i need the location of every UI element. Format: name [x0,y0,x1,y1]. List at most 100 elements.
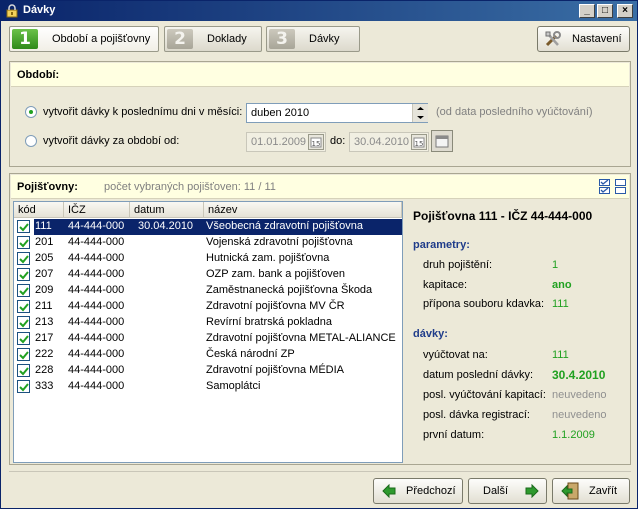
month-spinner[interactable] [412,104,428,122]
maximize-button[interactable]: □ [597,4,613,18]
table-row[interactable]: 111 44-444-000 30.04.2010 Všeobecná zdravot… [14,219,402,235]
calendar-range-icon [435,135,449,148]
table-row[interactable]: 213 44-444-000 Revírní bratrská pokladna [14,315,402,331]
settings-button[interactable]: Nastavení [537,26,630,52]
cell-name: Vojenská zdravotní pojišťovna [206,236,353,248]
step-1-label: Období a pojišťovny [52,33,151,45]
minimize-button[interactable]: _ [579,4,595,18]
radio-last-day-month[interactable] [25,106,37,118]
insurers-title: Pojišťovny: [17,181,78,193]
checkmark-icon [19,319,29,328]
maximize-icon: □ [601,5,609,16]
previous-button[interactable]: Předchozí [373,478,463,504]
cell-code: 209 [35,284,54,296]
col-header-code[interactable]: kód [14,202,64,218]
batch-value: neuvedeno [552,409,607,421]
check-all-icon [599,179,610,194]
batch-value: 111 [552,349,569,361]
step-documents[interactable]: 2 Doklady [164,26,262,52]
check-all-button[interactable] [599,179,611,198]
col-header-name[interactable]: název [204,202,402,218]
cell-code: 211 [35,300,53,312]
month-hint: (od data posledního vyúčtování) [436,106,593,118]
checkmark-icon [19,255,29,264]
row-checkbox[interactable] [17,316,30,329]
cell-code: 111 [35,220,52,232]
insurers-list[interactable]: kód IČZ datum název 111 44-444-000 30.04.2… [13,201,403,463]
detail-title: Pojišťovna 111 - IČZ 44-444-000 [413,209,593,223]
calendar-to-button[interactable]: 15 [411,134,427,153]
cell-code: 207 [35,268,54,280]
cell-name: Zdravotní pojišťovna MV ČR [206,300,345,312]
table-row[interactable]: 205 44-444-000 Hutnická zam. pojišťovna [14,251,402,267]
next-button[interactable]: Další [468,478,547,504]
close-wizard-label: Zavřít [589,485,618,497]
cell-icz: 44-444-000 [68,316,125,328]
radio-date-range-label[interactable]: vytvořit dávky za období od: [43,135,179,147]
cell-code: 213 [35,316,54,328]
cell-name: Všeobecná zdravotní pojišťovna [206,220,364,232]
row-checkbox[interactable] [17,332,30,345]
cell-code: 217 [35,332,54,344]
cell-icz: 44-444-000 [68,252,125,264]
app-lock-icon [5,4,19,18]
cell-icz: 44-444-000 [68,220,125,232]
calendar-from-button[interactable]: 15 [308,134,324,153]
row-checkbox[interactable] [17,364,30,377]
date-to-value: 30.04.2010 [354,136,410,148]
row-checkbox[interactable] [17,252,30,265]
col-header-date[interactable]: datum [130,202,204,218]
checkmark-icon [19,335,29,344]
param-label: druh pojištění: [423,259,493,271]
arrow-left-icon [382,483,396,501]
row-checkbox[interactable] [17,236,30,249]
row-checkbox[interactable] [17,348,30,361]
radio-date-range[interactable] [25,135,37,147]
cell-icz: 44-444-000 [68,364,125,376]
step-2-label: Doklady [207,33,247,45]
uncheck-all-button[interactable] [615,179,627,198]
row-checkbox[interactable] [17,268,30,281]
cell-icz: 44-444-000 [68,236,125,248]
close-button[interactable]: × [617,4,633,18]
close-wizard-button[interactable]: Zavřít [552,478,630,504]
cell-name: Zdravotní pojišťovna METAL-ALIANCE [206,332,396,344]
table-row[interactable]: 228 44-444-000 Zdravotní pojišťovna MÉDIA [14,363,402,379]
table-row[interactable]: 333 44-444-000 Samoplátci [14,379,402,395]
row-checkbox[interactable] [17,284,30,297]
batch-label: první datum: [423,429,485,441]
step-batches[interactable]: 3 Dávky [266,26,360,52]
dialog-window: Dávky _ □ × 1 Období a pojišťovny 2 Dokl… [0,0,638,509]
table-row[interactable]: 209 44-444-000 Zaměstnanecká pojišťovna Šk… [14,283,402,299]
table-row[interactable]: 207 44-444-000 OZP zam. bank a pojišťoven [14,267,402,283]
arrow-right-icon [525,483,539,501]
table-row[interactable]: 211 44-444-000 Zdravotní pojišťovna MV ČR [14,299,402,315]
step-1-number: 1 [12,29,38,49]
batch-label: datum poslední dávky: [423,369,534,381]
row-checkbox[interactable] [17,380,30,393]
checkmark-icon [19,271,29,280]
batches-section-title: dávky: [413,328,448,340]
batch-value: 1.1.2009 [552,429,595,441]
svg-text:15: 15 [415,140,424,148]
title-bar[interactable]: Dávky _ □ × [1,1,637,21]
table-row[interactable]: 217 44-444-000 Zdravotní pojišťovna METAL-… [14,331,402,347]
row-checkbox[interactable] [17,220,30,233]
month-input[interactable]: duben 2010 [246,103,428,123]
table-row[interactable]: 222 44-444-000 Česká národní ZP [14,347,402,363]
period-panel: Období: vytvořit dávky k poslednímu dni … [9,61,631,167]
cell-code: 205 [35,252,54,264]
step-period-insurers[interactable]: 1 Období a pojišťovny [9,26,159,52]
pick-period-button[interactable] [431,130,453,152]
radio-last-day-month-label[interactable]: vytvořit dávky k poslednímu dni v měsíci… [43,106,242,118]
col-header-icz[interactable]: IČZ [64,202,130,218]
param-label: přípona souboru kdavka: [423,298,545,310]
cell-icz: 44-444-000 [68,348,125,360]
table-row[interactable]: 201 44-444-000 Vojenská zdravotní pojišťov… [14,235,402,251]
cell-name: Zdravotní pojišťovna MÉDIA [206,364,345,376]
params-section-title: parametry: [413,239,470,251]
settings-label: Nastavení [572,33,622,45]
date-to-label: do: [330,135,346,147]
row-checkbox[interactable] [17,300,30,313]
date-from-value: 01.01.2009 [251,136,307,148]
